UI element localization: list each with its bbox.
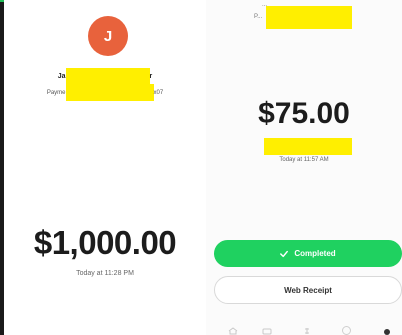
redaction-block: [65, 68, 150, 84]
left-transaction-panel: J Ja r Payme x07 $1,000.00 Today at 11:28 …: [4, 0, 206, 335]
completed-button[interactable]: Completed: [214, 240, 402, 267]
payment-method-left: Payme: [46, 89, 66, 96]
payment-method-right: x07: [153, 89, 164, 96]
check-icon: [280, 250, 289, 257]
clock-icon[interactable]: [342, 326, 351, 335]
home-icon[interactable]: [228, 327, 238, 335]
transaction-amount: $1,000.00: [33, 224, 177, 261]
header-line-2: P...: [254, 14, 263, 20]
recipient-name: Ja r: [4, 68, 206, 84]
transaction-time: Today at 11:28 PM: [76, 270, 134, 277]
completed-label: Completed: [294, 249, 336, 258]
recipient-name-left: Ja: [57, 72, 66, 80]
receipt-amount: $75.00: [258, 97, 350, 130]
redaction-block: [264, 138, 352, 155]
redaction-block: [65, 84, 154, 101]
web-receipt-button[interactable]: Web Receipt: [214, 276, 402, 304]
right-transaction-panel: ... P... $75.00 Today at 11:57 AM Comple…: [206, 0, 402, 335]
avatar: J: [88, 16, 128, 56]
profile-icon[interactable]: [384, 329, 390, 335]
web-receipt-label: Web Receipt: [284, 285, 332, 295]
bottom-navigation: [206, 319, 402, 335]
dollar-icon[interactable]: [302, 327, 312, 335]
payment-method: Payme x07: [4, 84, 206, 101]
receipt-header: ... P...: [206, 0, 402, 30]
receipt-time: Today at 11:57 AM: [279, 157, 329, 163]
recipient-name-right: r: [149, 72, 153, 80]
avatar-initial: J: [103, 27, 113, 45]
card-icon[interactable]: [262, 327, 272, 335]
redaction-block: [266, 6, 352, 29]
